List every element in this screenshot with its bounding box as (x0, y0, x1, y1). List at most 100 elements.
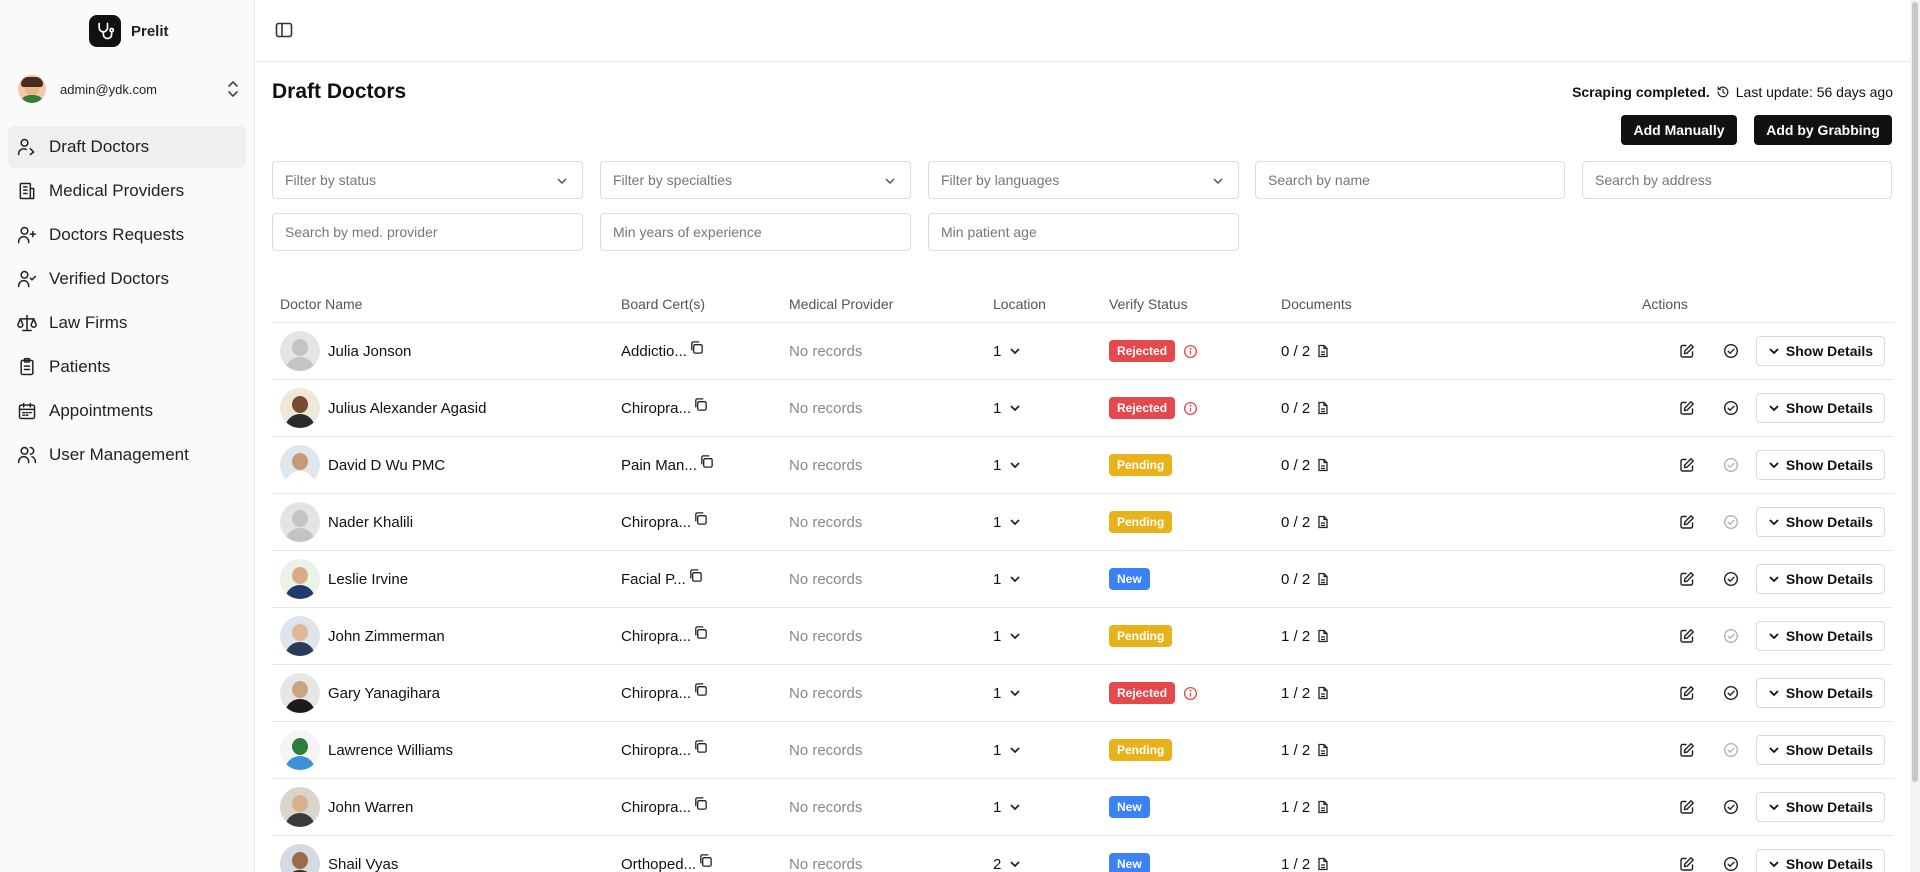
verify-button[interactable] (1720, 796, 1742, 818)
document-icon[interactable] (1316, 743, 1330, 757)
address-search-field[interactable] (1582, 161, 1892, 199)
copy-icon[interactable] (689, 340, 704, 355)
edit-button[interactable] (1676, 625, 1698, 647)
sidebar-item-draft-doctors[interactable]: Draft Doctors (8, 126, 246, 168)
location-dropdown[interactable]: 1 (993, 400, 1109, 417)
copy-icon[interactable] (693, 796, 708, 811)
edit-button[interactable] (1676, 397, 1698, 419)
copy-icon[interactable] (698, 853, 713, 868)
edit-button[interactable] (1676, 739, 1698, 761)
min-years-input[interactable] (613, 224, 896, 240)
min-patient-age-field[interactable] (928, 213, 1239, 251)
doctor-name[interactable]: Julius Alexander Agasid (328, 400, 486, 417)
copy-icon[interactable] (688, 568, 703, 583)
page-scrollbar[interactable] (1910, 0, 1920, 872)
name-search-field[interactable] (1255, 161, 1565, 199)
show-details-button[interactable]: Show Details (1756, 336, 1885, 366)
document-icon[interactable] (1316, 572, 1330, 586)
edit-button[interactable] (1676, 682, 1698, 704)
verify-button[interactable] (1720, 625, 1742, 647)
edit-button[interactable] (1676, 796, 1698, 818)
med-provider-search-input[interactable] (285, 224, 568, 240)
verify-button[interactable] (1720, 340, 1742, 362)
doctor-name[interactable]: Leslie Irvine (328, 571, 408, 588)
min-patient-age-input[interactable] (941, 224, 1224, 240)
document-icon[interactable] (1316, 686, 1330, 700)
document-icon[interactable] (1316, 629, 1330, 643)
show-details-button[interactable]: Show Details (1756, 678, 1885, 708)
min-years-field[interactable] (600, 213, 911, 251)
info-icon[interactable] (1183, 401, 1198, 416)
show-details-button[interactable]: Show Details (1756, 507, 1885, 537)
doctor-name[interactable]: David D Wu PMC (328, 457, 445, 474)
languages-filter-select[interactable]: Filter by languages (928, 161, 1239, 199)
scrollbar-thumb[interactable] (1912, 2, 1918, 782)
edit-button[interactable] (1676, 511, 1698, 533)
location-dropdown[interactable]: 1 (993, 343, 1109, 360)
sidebar-item-verified-doctors[interactable]: Verified Doctors (8, 258, 246, 300)
document-icon[interactable] (1316, 857, 1330, 871)
sidebar-item-user-management[interactable]: User Management (8, 434, 246, 476)
doctor-name[interactable]: Gary Yanagihara (328, 685, 440, 702)
user-switcher[interactable]: admin@ydk.com (18, 74, 240, 104)
add-by-grabbing-button[interactable]: Add by Grabbing (1754, 115, 1892, 145)
name-search-input[interactable] (1268, 172, 1550, 188)
sidebar-item-medical-providers[interactable]: Medical Providers (8, 170, 246, 212)
edit-button[interactable] (1676, 340, 1698, 362)
location-dropdown[interactable]: 1 (993, 742, 1109, 759)
location-dropdown[interactable]: 1 (993, 799, 1109, 816)
doctor-name[interactable]: Lawrence Williams (328, 742, 453, 759)
copy-icon[interactable] (693, 511, 708, 526)
copy-icon[interactable] (693, 625, 708, 640)
copy-icon[interactable] (693, 739, 708, 754)
sidebar-item-doctors-requests[interactable]: Doctors Requests (8, 214, 246, 256)
copy-icon[interactable] (699, 454, 714, 469)
verify-button[interactable] (1720, 568, 1742, 590)
info-icon[interactable] (1183, 344, 1198, 359)
edit-button[interactable] (1676, 568, 1698, 590)
document-icon[interactable] (1316, 515, 1330, 529)
verify-button[interactable] (1720, 397, 1742, 419)
verify-button[interactable] (1720, 739, 1742, 761)
doctor-name[interactable]: John Warren (328, 799, 413, 816)
edit-button[interactable] (1676, 454, 1698, 476)
show-details-button[interactable]: Show Details (1756, 393, 1885, 423)
copy-icon[interactable] (693, 397, 708, 412)
address-search-input[interactable] (1595, 172, 1877, 188)
location-dropdown[interactable]: 1 (993, 514, 1109, 531)
sidebar-item-law-firms[interactable]: Law Firms (8, 302, 246, 344)
document-icon[interactable] (1316, 401, 1330, 415)
location-dropdown[interactable]: 1 (993, 628, 1109, 645)
med-provider-search-field[interactable] (272, 213, 583, 251)
document-icon[interactable] (1316, 458, 1330, 472)
verify-button[interactable] (1720, 511, 1742, 533)
status-filter-select[interactable]: Filter by status (272, 161, 583, 199)
copy-icon[interactable] (693, 682, 708, 697)
location-dropdown[interactable]: 2 (993, 856, 1109, 872)
location-dropdown[interactable]: 1 (993, 571, 1109, 588)
doctor-name[interactable]: John Zimmerman (328, 628, 445, 645)
sidebar-toggle-icon[interactable] (274, 20, 294, 40)
doctor-name[interactable]: Julia Jonson (328, 343, 411, 360)
brand[interactable]: Prelit (89, 15, 169, 47)
doctor-name[interactable]: Nader Khalili (328, 514, 413, 531)
location-dropdown[interactable]: 1 (993, 685, 1109, 702)
doctor-name[interactable]: Shail Vyas (328, 856, 398, 872)
show-details-button[interactable]: Show Details (1756, 450, 1885, 480)
edit-button[interactable] (1676, 853, 1698, 872)
show-details-button[interactable]: Show Details (1756, 564, 1885, 594)
sidebar-item-appointments[interactable]: Appointments (8, 390, 246, 432)
document-icon[interactable] (1316, 800, 1330, 814)
show-details-button[interactable]: Show Details (1756, 849, 1885, 872)
add-manually-button[interactable]: Add Manually (1621, 115, 1737, 145)
show-details-button[interactable]: Show Details (1756, 735, 1885, 765)
verify-button[interactable] (1720, 682, 1742, 704)
specialties-filter-select[interactable]: Filter by specialties (600, 161, 911, 199)
document-icon[interactable] (1316, 344, 1330, 358)
verify-button[interactable] (1720, 454, 1742, 476)
verify-button[interactable] (1720, 853, 1742, 872)
show-details-button[interactable]: Show Details (1756, 621, 1885, 651)
location-dropdown[interactable]: 1 (993, 457, 1109, 474)
show-details-button[interactable]: Show Details (1756, 792, 1885, 822)
sidebar-item-patients[interactable]: Patients (8, 346, 246, 388)
